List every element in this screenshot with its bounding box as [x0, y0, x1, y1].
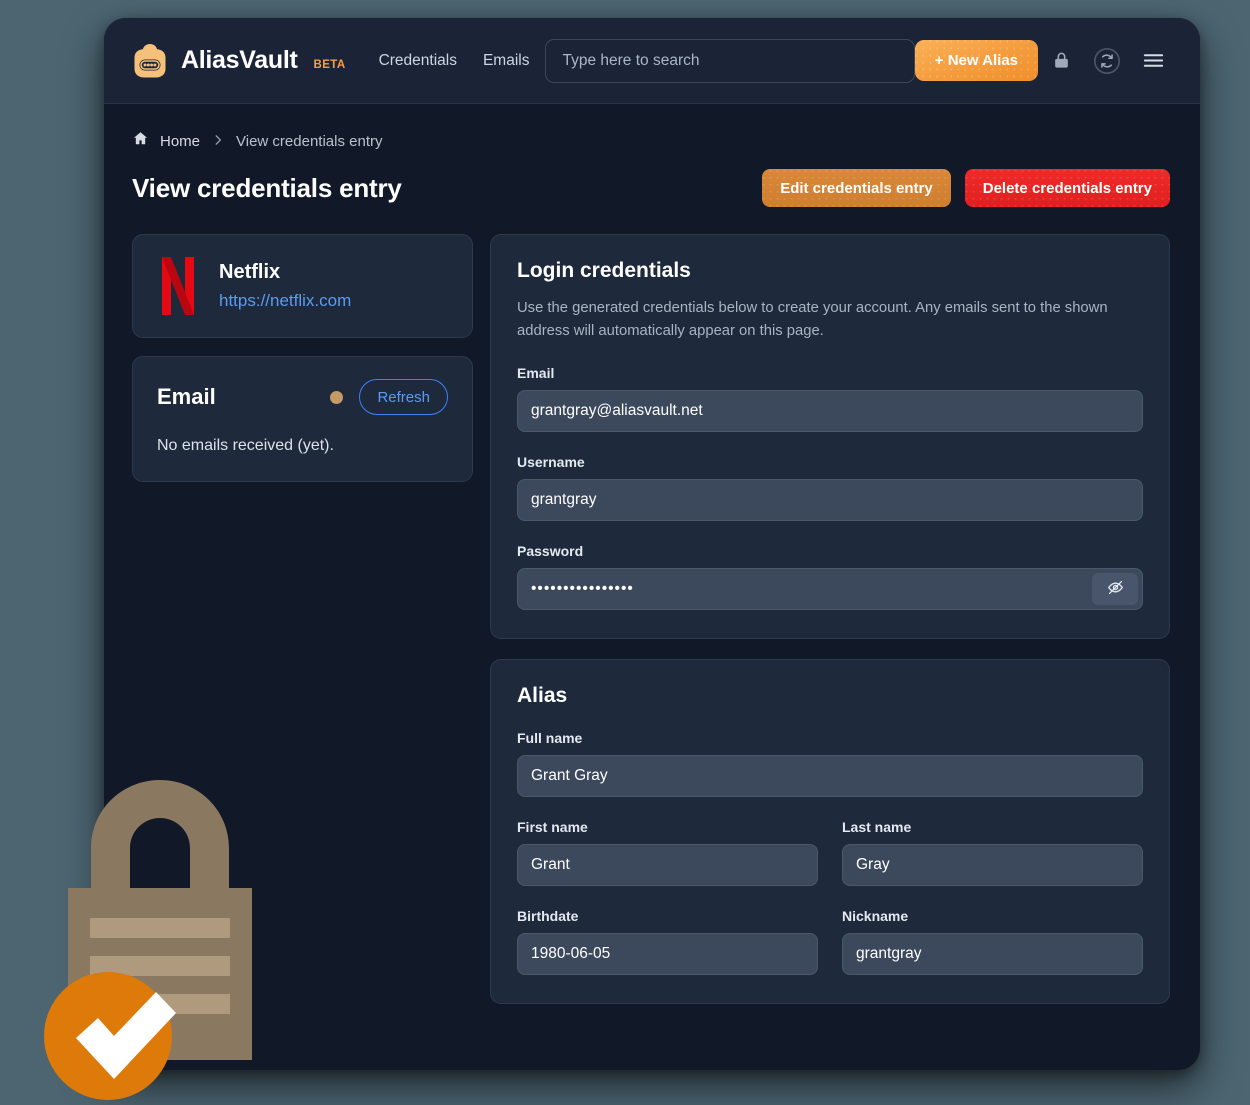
netflix-logo-icon: [157, 257, 199, 315]
new-alias-button[interactable]: + New Alias: [915, 40, 1038, 81]
nav-item-credentials[interactable]: Credentials: [379, 52, 457, 70]
breadcrumb-current: View credentials entry: [236, 133, 382, 150]
first-name-field[interactable]: [517, 844, 818, 886]
password-field-label: Password: [517, 543, 1143, 559]
email-card-header: Email Refresh: [157, 379, 448, 415]
email-field-label: Email: [517, 365, 1143, 381]
beta-badge: BETA: [314, 59, 346, 71]
username-field-group: Username: [517, 454, 1143, 521]
site-card-text: Netflix https://netflix.com: [219, 261, 351, 311]
breadcrumb-home-link[interactable]: Home: [160, 133, 200, 150]
email-empty-state-text: No emails received (yet).: [157, 437, 448, 455]
last-name-field-group: Last name: [842, 819, 1143, 886]
home-icon[interactable]: [132, 130, 149, 152]
first-name-label: First name: [517, 819, 818, 835]
right-column: Login credentials Use the generated cred…: [490, 234, 1170, 1004]
email-field[interactable]: [517, 390, 1143, 432]
page-title: View credentials entry: [132, 173, 402, 204]
nickname-field-group: Nickname: [842, 908, 1143, 975]
birth-nick-row: Birthdate Nickname: [517, 886, 1143, 975]
password-field-group: Password: [517, 543, 1143, 610]
login-panel-title: Login credentials: [517, 259, 1143, 283]
password-input-wrap: [517, 568, 1143, 610]
brand-logo[interactable]: AliasVault BETA: [130, 42, 346, 80]
site-url-link[interactable]: https://netflix.com: [219, 291, 351, 311]
last-name-label: Last name: [842, 819, 1143, 835]
alias-panel: Alias Full name First name Last name: [490, 659, 1170, 1004]
login-credentials-panel: Login credentials Use the generated cred…: [490, 234, 1170, 639]
site-name: Netflix: [219, 261, 351, 284]
nickname-label: Nickname: [842, 908, 1143, 924]
aliasvault-logo-icon: [130, 42, 170, 80]
username-field-label: Username: [517, 454, 1143, 470]
nav-item-emails[interactable]: Emails: [483, 52, 530, 70]
full-name-field-group: Full name: [517, 730, 1143, 797]
full-name-field[interactable]: [517, 755, 1143, 797]
first-name-field-group: First name: [517, 819, 818, 886]
email-card: Email Refresh No emails received (yet).: [132, 356, 473, 482]
delete-credentials-button[interactable]: Delete credentials entry: [965, 169, 1170, 207]
search-input[interactable]: Type here to search: [545, 39, 914, 83]
site-card: Netflix https://netflix.com: [132, 234, 473, 338]
email-status-dot: [330, 391, 343, 404]
full-name-label: Full name: [517, 730, 1143, 746]
refresh-emails-button[interactable]: Refresh: [359, 379, 448, 415]
app-window: AliasVault BETA Credentials Emails Type …: [104, 18, 1200, 1070]
alias-panel-title: Alias: [517, 684, 1143, 708]
birthdate-field[interactable]: [517, 933, 818, 975]
last-name-field[interactable]: [842, 844, 1143, 886]
sync-icon[interactable]: [1084, 38, 1130, 84]
email-field-group: Email: [517, 365, 1143, 432]
search-placeholder-text: Type here to search: [562, 52, 699, 70]
name-row: First name Last name: [517, 797, 1143, 886]
password-field[interactable]: [517, 568, 1143, 610]
hamburger-menu-icon[interactable]: [1130, 38, 1176, 84]
page-header-row: View credentials entry Edit credentials …: [132, 169, 1170, 207]
birthdate-field-group: Birthdate: [517, 908, 818, 975]
email-card-title: Email: [157, 384, 216, 410]
login-panel-description: Use the generated credentials below to c…: [517, 297, 1137, 343]
page-content: Home View credentials entry View credent…: [104, 104, 1200, 1004]
chevron-right-icon: [211, 133, 225, 150]
breadcrumb: Home View credentials entry: [132, 130, 1170, 152]
edit-credentials-button[interactable]: Edit credentials entry: [762, 169, 951, 207]
content-grid: Netflix https://netflix.com Email Refres…: [132, 234, 1170, 1004]
primary-nav: Credentials Emails: [379, 52, 530, 70]
topbar-actions: + New Alias: [915, 38, 1176, 84]
username-field[interactable]: [517, 479, 1143, 521]
brand-name: AliasVault: [181, 46, 298, 75]
birthdate-label: Birthdate: [517, 908, 818, 924]
nickname-field[interactable]: [842, 933, 1143, 975]
eye-off-icon: [1106, 578, 1125, 600]
toggle-password-visibility-button[interactable]: [1092, 573, 1138, 605]
left-column: Netflix https://netflix.com Email Refres…: [132, 234, 473, 482]
top-navigation-bar: AliasVault BETA Credentials Emails Type …: [104, 18, 1200, 104]
lock-icon[interactable]: [1038, 38, 1084, 84]
page-actions: Edit credentials entry Delete credential…: [762, 169, 1170, 207]
